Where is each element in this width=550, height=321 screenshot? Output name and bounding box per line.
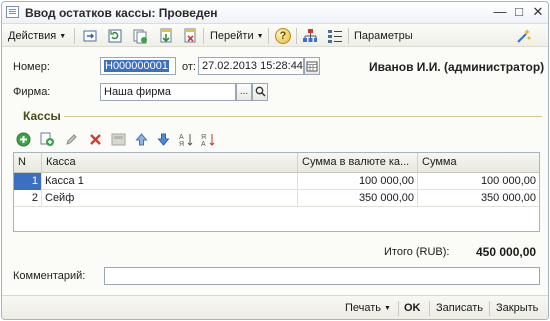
- table-header: N Касса Сумма в валюте ка... Сумма: [14, 153, 539, 173]
- add-row-icon[interactable]: [16, 132, 31, 147]
- goto-menu-label: Перейти: [210, 30, 254, 42]
- footer-separator: [429, 301, 430, 316]
- list-options-icon[interactable]: [327, 28, 343, 44]
- print-menu[interactable]: Печать ▼: [345, 302, 391, 314]
- edit-row-icon[interactable]: [64, 132, 79, 147]
- column-header-sum-currency[interactable]: Сумма в валюте ка...: [298, 153, 418, 173]
- date-label: от:: [182, 61, 196, 73]
- comment-label: Комментарий:: [13, 270, 86, 282]
- toolbar-separator: [203, 28, 204, 44]
- svg-text:A: A: [201, 141, 206, 147]
- table-row[interactable]: 1 Касса 1 100 000,00 100 000,00: [14, 173, 539, 190]
- column-header-sum[interactable]: Сумма: [418, 153, 539, 173]
- cell-sum-currency[interactable]: 100 000,00: [298, 173, 418, 190]
- org-label: Фирма:: [13, 86, 51, 98]
- cell-sum-currency[interactable]: 350 000,00: [298, 190, 418, 207]
- calendar-icon: [306, 61, 318, 72]
- org-field[interactable]: Наша фирма: [100, 83, 236, 101]
- toolbar-separator: [296, 28, 297, 44]
- svg-text:A: A: [179, 134, 184, 141]
- close-window-button[interactable]: ✕: [530, 4, 546, 20]
- goto-menu[interactable]: Перейти ▼: [210, 28, 264, 44]
- number-value: Н000000001: [104, 60, 170, 72]
- main-toolbar: Действия ▼ Перейти ▼ ? Параметры: [2, 25, 548, 47]
- post-document-icon[interactable]: [158, 28, 174, 44]
- parameters-button[interactable]: Параметры: [354, 28, 413, 44]
- total-value: 450 000,00: [476, 245, 537, 259]
- row-number: 2: [14, 190, 42, 207]
- document-icon: [6, 6, 19, 18]
- row-number: 1: [14, 173, 42, 190]
- move-down-icon[interactable]: [156, 132, 171, 147]
- settings-magic-icon[interactable]: [516, 28, 532, 44]
- sort-ascending-icon[interactable]: A Я: [179, 132, 194, 147]
- section-divider: [64, 116, 542, 117]
- toolbar-separator: [348, 28, 349, 44]
- close-button[interactable]: Закрыть: [496, 302, 538, 314]
- org-value: Наша фирма: [104, 86, 172, 98]
- window-title: Ввод остатков кассы: Проведен: [25, 6, 218, 20]
- total-label: Итого (RUB):: [384, 246, 450, 258]
- footer-bar: Печать ▼ OK Записать Закрыть: [2, 295, 548, 319]
- date-value: 27.02.2013 15:28:44: [202, 60, 303, 72]
- org-select-button[interactable]: ...: [236, 83, 252, 101]
- table-row[interactable]: 2 Сейф 350 000,00 350 000,00: [14, 190, 539, 207]
- cell-sum[interactable]: 100 000,00: [418, 173, 539, 190]
- end-edit-icon[interactable]: [111, 132, 126, 147]
- dropdown-arrow-icon: ▼: [384, 305, 391, 312]
- column-header-kassa[interactable]: Касса: [42, 153, 298, 173]
- cell-kassa[interactable]: Сейф: [42, 190, 298, 207]
- toolbar-separator: [74, 28, 75, 44]
- column-header-n[interactable]: N: [14, 153, 42, 173]
- move-up-icon[interactable]: [134, 132, 149, 147]
- document-window: Ввод остатков кассы: Проведен — □ ✕ Дейс…: [1, 1, 549, 320]
- copy-document-icon[interactable]: [132, 28, 148, 44]
- calendar-button[interactable]: [304, 57, 320, 75]
- delete-row-icon[interactable]: [88, 132, 103, 147]
- minimize-button[interactable]: —: [492, 4, 508, 20]
- svg-text:Я: Я: [179, 141, 184, 147]
- save-button[interactable]: Записать: [436, 302, 483, 314]
- toolbar-separator: [268, 28, 269, 44]
- cell-sum[interactable]: 350 000,00: [418, 190, 539, 207]
- maximize-button[interactable]: □: [511, 4, 527, 20]
- dropdown-arrow-icon: ▼: [256, 33, 264, 40]
- comment-field[interactable]: [104, 267, 540, 285]
- move-icon[interactable]: [82, 28, 98, 44]
- date-field[interactable]: 27.02.2013 15:28:44: [198, 57, 304, 75]
- cell-kassa[interactable]: Касса 1: [42, 173, 298, 190]
- print-menu-label: Печать: [345, 302, 382, 314]
- copy-row-icon[interactable]: [40, 132, 55, 147]
- section-title: Кассы: [23, 109, 61, 123]
- actions-menu[interactable]: Действия ▼: [8, 28, 66, 44]
- footer-separator: [489, 301, 490, 316]
- ok-button[interactable]: OK: [404, 302, 421, 314]
- svg-text:Я: Я: [201, 134, 206, 141]
- refresh-icon[interactable]: [107, 28, 123, 44]
- org-search-button[interactable]: [252, 83, 268, 101]
- search-icon: [255, 86, 266, 97]
- actions-menu-label: Действия: [8, 30, 57, 42]
- number-field[interactable]: Н000000001: [100, 57, 176, 75]
- footer-separator: [398, 301, 399, 316]
- help-button[interactable]: ?: [275, 28, 291, 44]
- unpost-document-icon[interactable]: [182, 28, 198, 44]
- structure-icon[interactable]: [302, 28, 318, 44]
- number-label: Номер:: [13, 61, 50, 73]
- dropdown-arrow-icon: ▼: [59, 33, 67, 40]
- cash-table[interactable]: N Касса Сумма в валюте ка... Сумма 1 Кас…: [13, 152, 540, 232]
- title-bar: Ввод остатков кассы: Проведен — □ ✕: [2, 2, 548, 24]
- current-user: Иванов И.И. (администратор): [369, 60, 545, 74]
- sort-descending-icon[interactable]: Я A: [201, 132, 216, 147]
